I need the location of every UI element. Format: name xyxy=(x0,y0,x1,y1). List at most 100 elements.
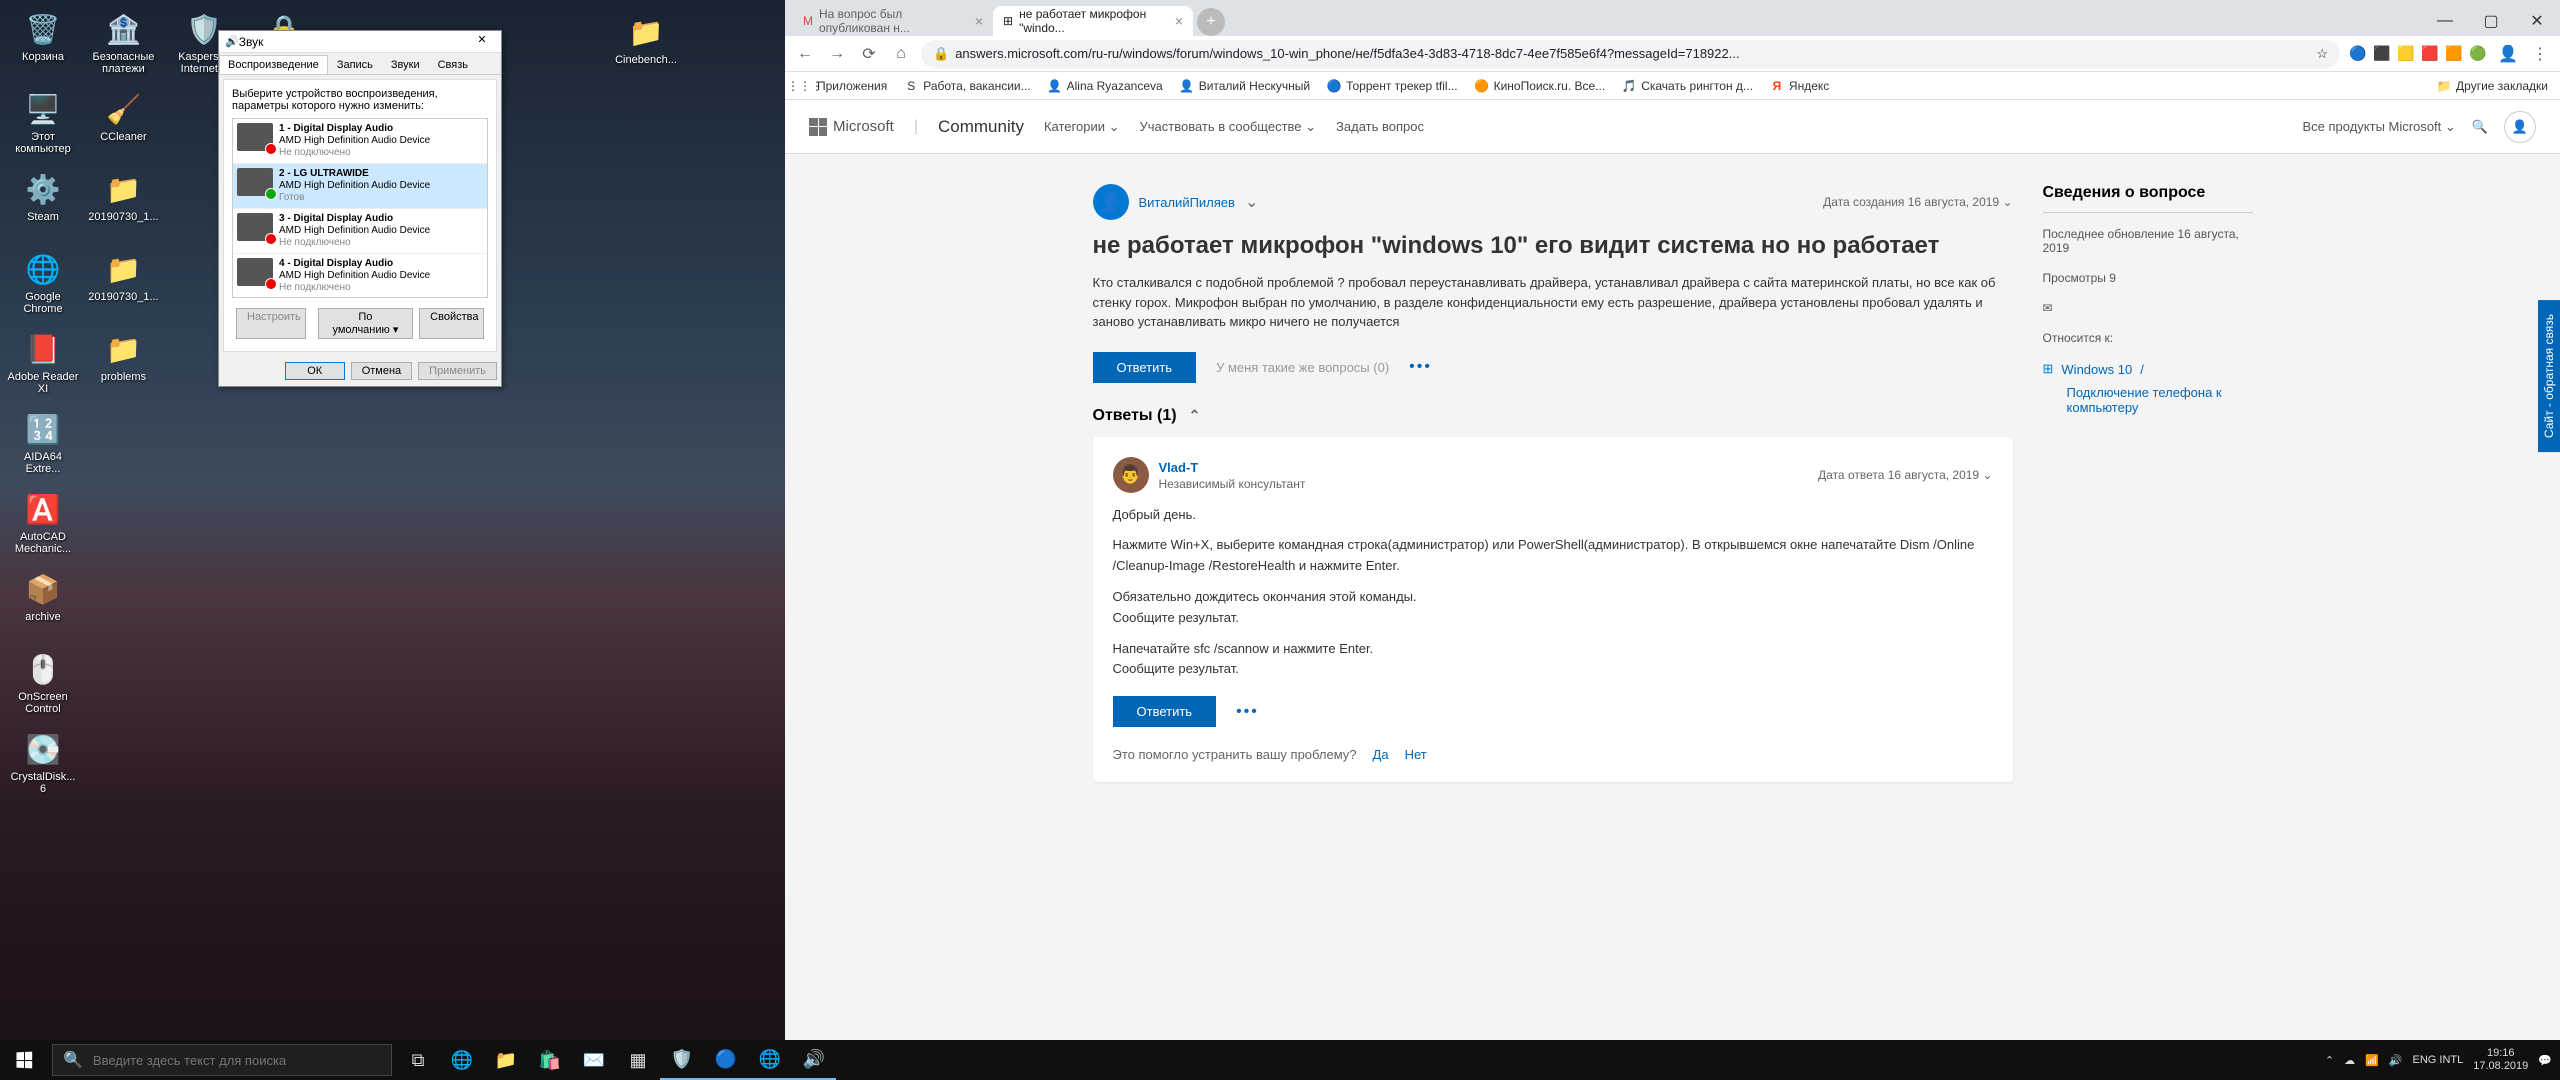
ext-icon[interactable]: 🟥 xyxy=(2420,44,2440,64)
browser-tab-ms[interactable]: ⊞не работает микрофон "windo...× xyxy=(993,6,1193,36)
close-window-button[interactable]: ✕ xyxy=(2514,6,2560,36)
ext-icon[interactable]: 🟢 xyxy=(2468,44,2488,64)
device-item[interactable]: 3 - Digital Display AudioAMD High Defini… xyxy=(233,209,487,254)
tray-network-icon[interactable]: 📶 xyxy=(2365,1054,2379,1067)
desktop-icon-aida64[interactable]: 🔢AIDA64 Extre... xyxy=(5,407,81,483)
reply-button[interactable]: Ответить xyxy=(1093,352,1197,383)
menu-button[interactable]: ⋮ xyxy=(2528,42,2552,66)
reload-button[interactable]: ⟳ xyxy=(857,42,881,66)
desktop-icon-autocad[interactable]: 🅰️AutoCAD Mechanic... xyxy=(5,487,81,563)
home-button[interactable]: ⌂ xyxy=(889,42,913,66)
more-actions[interactable]: ••• xyxy=(1409,358,1432,376)
close-tab-icon[interactable]: × xyxy=(975,13,983,29)
user-avatar[interactable]: 👤 xyxy=(2504,111,2536,143)
bookmark-item[interactable]: SРабота, вакансии... xyxy=(903,78,1030,94)
taskbar-store[interactable]: 🛍️ xyxy=(528,1040,572,1080)
star-icon[interactable]: ☆ xyxy=(2316,46,2328,62)
taskbar-mail[interactable]: ✉️ xyxy=(572,1040,616,1080)
bookmark-item[interactable]: 🟠КиноПоиск.ru. Все... xyxy=(1474,78,1606,94)
author-name[interactable]: ВиталийПиляев xyxy=(1139,195,1235,210)
answer-more-actions[interactable]: ••• xyxy=(1236,703,1259,721)
desktop-icon-problems[interactable]: 📁problems xyxy=(85,327,161,403)
bookmark-item[interactable]: 🎵Скачать рингтон д... xyxy=(1621,78,1753,94)
tab-sounds[interactable]: Звуки xyxy=(382,55,429,74)
device-list[interactable]: 1 - Digital Display AudioAMD High Defini… xyxy=(232,118,488,298)
desktop-icon-ccleaner[interactable]: 🧹CCleaner xyxy=(85,87,161,163)
desktop-icon-steam[interactable]: ⚙️Steam xyxy=(5,167,81,243)
taskbar-edge[interactable]: 🌐 xyxy=(440,1040,484,1080)
bookmark-item[interactable]: 👤Alina Ryazanceva xyxy=(1047,78,1163,94)
sidebar-link-phone[interactable]: Подключение телефона к компьютеру xyxy=(2043,385,2253,415)
bookmark-item[interactable]: ЯЯндекс xyxy=(1769,78,1829,94)
desktop-icon-folder-1[interactable]: 📁20190730_1... xyxy=(85,167,161,243)
tray-language[interactable]: ENG INTL xyxy=(2413,1054,2464,1066)
task-view-button[interactable]: ⧉ xyxy=(396,1040,440,1080)
other-bookmarks[interactable]: 📁Другие закладки xyxy=(2436,78,2548,94)
bookmark-item[interactable]: 👤Виталий Нескучный xyxy=(1179,78,1310,94)
answer-avatar[interactable]: 👨 xyxy=(1113,457,1149,493)
desktop-icon-chrome[interactable]: 🌐Google Chrome xyxy=(5,247,81,323)
community-link[interactable]: Community xyxy=(938,117,1024,137)
desktop-icon-onscreen[interactable]: 🖱️OnScreen Control xyxy=(5,647,81,723)
taskbar-search[interactable]: 🔍 xyxy=(52,1044,392,1076)
tab-communications[interactable]: Связь xyxy=(429,55,477,74)
nav-categories[interactable]: Категории ⌄ xyxy=(1044,119,1120,135)
taskbar-chrome[interactable]: 🌐 xyxy=(748,1040,792,1080)
same-question-link[interactable]: У меня такие же вопросы (0) xyxy=(1216,360,1389,375)
tray-chevron[interactable]: ⌃ xyxy=(2325,1054,2334,1067)
browser-tab-gmail[interactable]: MНа вопрос был опубликован н...× xyxy=(793,6,993,36)
desktop-icon-adobe-reader[interactable]: 📕Adobe Reader XI xyxy=(5,327,81,403)
sidebar-mail[interactable]: ✉ xyxy=(2043,301,2253,315)
new-tab-button[interactable]: + xyxy=(1197,8,1225,36)
desktop-icon-this-pc[interactable]: 🖥️Этот компьютер xyxy=(5,87,81,163)
device-item[interactable]: 2 - LG ULTRAWIDEAMD High Definition Audi… xyxy=(233,164,487,209)
tray-onedrive-icon[interactable]: ☁ xyxy=(2344,1054,2355,1067)
default-button[interactable]: По умолчанию ▾ xyxy=(318,308,414,339)
address-bar[interactable]: 🔒 answers.microsoft.com/ru-ru/windows/fo… xyxy=(921,40,2340,68)
profile-icon[interactable]: 👤 xyxy=(2496,42,2520,66)
feedback-tab[interactable]: Сайт - обратная связь xyxy=(2538,300,2560,452)
dialog-titlebar[interactable]: 🔊 Звук ✕ xyxy=(219,31,501,53)
taskbar-kaspersky[interactable]: 🛡️ xyxy=(660,1040,704,1080)
nav-participate[interactable]: Участвовать в сообществе ⌄ xyxy=(1139,119,1316,135)
ext-icon[interactable]: 🟧 xyxy=(2444,44,2464,64)
nav-ask[interactable]: Задать вопрос xyxy=(1336,119,1424,135)
device-item[interactable]: 4 - Digital Display AudioAMD High Defini… xyxy=(233,254,487,298)
desktop-icon-crystaldisk[interactable]: 💽CrystalDisk... 6 xyxy=(5,727,81,803)
bookmark-apps[interactable]: ⋮⋮⋮Приложения xyxy=(797,78,887,94)
taskbar-vk[interactable]: 🔵 xyxy=(704,1040,748,1080)
ext-icon[interactable]: 🔵 xyxy=(2348,44,2368,64)
taskbar-app[interactable]: ▦ xyxy=(616,1040,660,1080)
ext-icon[interactable]: 🟨 xyxy=(2396,44,2416,64)
taskbar-explorer[interactable]: 📁 xyxy=(484,1040,528,1080)
desktop-icon-archive[interactable]: 📦archive xyxy=(5,567,81,643)
close-button[interactable]: ✕ xyxy=(469,33,495,51)
desktop-icon-safe-payments[interactable]: 🏦Безопасные платежи xyxy=(85,7,161,83)
author-avatar[interactable]: 👤 xyxy=(1093,184,1129,220)
taskbar-sound[interactable]: 🔊 xyxy=(792,1040,836,1080)
search-input[interactable] xyxy=(93,1053,381,1068)
tab-playback[interactable]: Воспроизведение xyxy=(219,55,328,74)
answer-reply-button[interactable]: Ответить xyxy=(1113,696,1217,727)
maximize-button[interactable]: ▢ xyxy=(2468,6,2514,36)
tray-volume-icon[interactable]: 🔊 xyxy=(2389,1054,2403,1067)
cancel-button[interactable]: Отмена xyxy=(351,362,412,380)
back-button[interactable]: ← xyxy=(793,42,817,66)
helpful-yes[interactable]: Да xyxy=(1373,747,1389,762)
start-button[interactable] xyxy=(0,1040,48,1080)
close-tab-icon[interactable]: × xyxy=(1175,13,1183,29)
products-dropdown[interactable]: Все продукты Microsoft ⌄ xyxy=(2303,119,2456,135)
answer-author[interactable]: Vlad-T xyxy=(1159,460,1199,475)
device-item[interactable]: 1 - Digital Display AudioAMD High Defini… xyxy=(233,119,487,164)
desktop-icon-recycle-bin[interactable]: 🗑️Корзина xyxy=(5,7,81,83)
collapse-icon[interactable]: ⌃ xyxy=(1189,407,1201,424)
apply-button[interactable]: Применить xyxy=(418,362,497,380)
configure-button[interactable]: Настроить xyxy=(236,308,306,339)
desktop-icon-cinebench[interactable]: 📁Cinebench... xyxy=(608,10,684,86)
helpful-no[interactable]: Нет xyxy=(1405,747,1427,762)
minimize-button[interactable]: — xyxy=(2422,6,2468,36)
tray-clock[interactable]: 19:1617.08.2019 xyxy=(2473,1047,2528,1073)
tray-notifications-icon[interactable]: 💬 xyxy=(2538,1054,2552,1067)
sidebar-link-win10[interactable]: ⊞Windows 10 / xyxy=(2043,361,2253,377)
forward-button[interactable]: → xyxy=(825,42,849,66)
